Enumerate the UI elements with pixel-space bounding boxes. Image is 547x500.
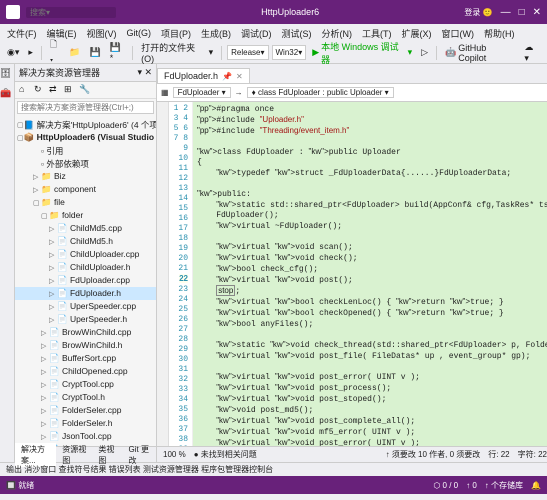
close-button[interactable]: ✕ — [533, 7, 541, 18]
menu-item[interactable]: 窗口(W) — [439, 26, 478, 41]
run-button[interactable]: ▷ — [418, 46, 431, 59]
nav-back-button[interactable]: ◉▾ — [4, 46, 22, 59]
tree-item[interactable]: ▢📁 file — [15, 196, 156, 209]
tree-item[interactable]: ▷📄 CryptTool.h — [15, 391, 156, 404]
solution-node[interactable]: ▢📘 解决方案'HttpUploader6' (4 个项目, 共 — [15, 118, 156, 131]
tree-item[interactable]: ▷📁 Biz — [15, 170, 156, 183]
zoom[interactable]: 100 % — [163, 450, 186, 459]
platform-combo[interactable]: Win32 ▾ — [272, 45, 307, 60]
status-ready: 🔲 就绪 — [6, 480, 34, 491]
sidebar-pin-icon[interactable]: ▾ ✕ — [137, 67, 152, 78]
notif-icon[interactable]: 🔔 — [531, 481, 541, 490]
sidebar-bottom-tabs: 解决方案...资源视图类视图Git 更改 — [15, 446, 156, 462]
toolbox-icon[interactable]: 🧰 — [0, 88, 14, 102]
sidebar-tab[interactable]: 资源视图 — [56, 443, 92, 467]
col-info: 字符: 22 — [518, 449, 547, 460]
line-info: 行: 22 — [488, 449, 509, 460]
tree-item[interactable]: ▷📄 FolderSeler.h — [15, 417, 156, 430]
sidebar-tab[interactable]: 解决方案... — [15, 443, 56, 467]
tree-item[interactable]: ▷📄 BrowWinChild.cpp — [15, 326, 156, 339]
tree-item[interactable]: ▷📄 ChildOpened.cpp — [15, 365, 156, 378]
tree-item[interactable]: ▷📄 BufferSort.cpp — [15, 352, 156, 365]
editor-area: FdUploader.h 📌 ✕ ▦ FdUploader ▾ → ♦ clas… — [157, 64, 547, 462]
tree-item[interactable]: ▷📄 ChildUploader.cpp — [15, 248, 156, 261]
project-node[interactable]: ▢📦 HttpUploader6 (Visual Studio 2013 — [15, 131, 156, 144]
maximize-button[interactable]: □ — [519, 7, 525, 18]
copilot-button[interactable]: 🤖 GitHub Copilot — [442, 42, 518, 64]
share-button[interactable]: ☁ ▾ — [521, 41, 543, 65]
tree-item[interactable]: ▷📁 component — [15, 183, 156, 196]
menu-bar: 文件(F)编辑(E)视图(V)Git(G)项目(P)生成(B)调试(D)测试(S… — [0, 24, 547, 42]
menu-item[interactable]: Git(G) — [124, 27, 155, 39]
status-bar: 🔲 就绪 ⬡ 0 / 0 ↑ 0 ↑ 个存储库 🔔 — [0, 476, 547, 494]
server-explorer-icon[interactable]: 🗄 — [0, 68, 14, 82]
tree-item[interactable]: ▷📄 ChildUploader.h — [15, 261, 156, 274]
line-gutter: 1 2 3 4 5 6 7 8 9 10 11 12 13 14 15 16 1… — [169, 102, 193, 446]
issues[interactable]: ● 未找到相关问题 — [194, 449, 257, 460]
tree-item[interactable]: ▫ 引用 — [15, 144, 156, 157]
sidebar-tab[interactable]: 类视图 — [92, 443, 122, 467]
tree-item[interactable]: ▷📄 FdUploader.h — [15, 287, 156, 300]
save-all-button[interactable]: 💾* — [107, 41, 127, 64]
refresh-icon[interactable]: ↻ — [34, 84, 46, 96]
config-combo[interactable]: Release ▾ — [227, 45, 268, 60]
repo-status[interactable]: ↑ 个存储库 — [485, 480, 523, 491]
save-button[interactable]: 💾 — [86, 46, 103, 59]
solution-explorer: 解决方案资源管理器 ▾ ✕ ⌂ ↻ ⇄ ⊞ 🔧 ▢📘 解决方案'HttpUplo… — [15, 64, 157, 462]
pr-info[interactable]: ↑ 须要改 10 作者, 0 须要改 — [386, 449, 481, 460]
title-bar: HttpUploader6 登录 🙂 — □ ✕ — [0, 0, 547, 24]
output-tabs[interactable]: 输出 消沙窗口 查找符号结果 错误列表 测试资源管理器 程序包管理器控制台 — [0, 462, 547, 476]
home-icon[interactable]: ⌂ — [19, 84, 31, 96]
tree-item[interactable]: ▷📄 UperSpeeder.h — [15, 313, 156, 326]
tree-item[interactable]: ▢📁 folder — [15, 209, 156, 222]
tree-item[interactable]: ▷📄 UperSpeeder.cpp — [15, 300, 156, 313]
tree-item[interactable]: ▷📄 ChildMd5.cpp — [15, 222, 156, 235]
tree-item[interactable]: ▷📄 FolderSeler.cpp — [15, 404, 156, 417]
menu-item[interactable]: 帮助(H) — [481, 26, 518, 41]
sidebar-tab[interactable]: Git 更改 — [123, 443, 156, 467]
tree-item[interactable]: ▷📄 FdUploader.cpp — [15, 274, 156, 287]
member-combo[interactable]: ♦ class FdUploader : public Uploader ▾ — [247, 87, 394, 98]
left-rail: 🗄 🧰 — [0, 64, 15, 462]
minimize-button[interactable]: — — [501, 7, 511, 18]
code-editor[interactable]: "pp">#pragma once "pp">#include "Uploade… — [193, 102, 547, 446]
class-combo[interactable]: FdUploader ▾ — [173, 87, 231, 98]
nest-icon[interactable]: ⊞ — [64, 84, 76, 96]
error-count[interactable]: ↑ 0 — [466, 481, 477, 490]
menu-item[interactable]: 文件(F) — [4, 26, 40, 41]
sidebar-toolbar: ⌂ ↻ ⇄ ⊞ 🔧 — [15, 82, 156, 99]
editor-tabs: FdUploader.h 📌 ✕ — [157, 64, 547, 84]
open-button[interactable]: 📁 — [66, 46, 83, 59]
props-icon[interactable]: 🔧 — [79, 84, 91, 96]
sync-icon[interactable]: ⇄ — [49, 84, 61, 96]
editor-statusbar: 100 % ● 未找到相关问题 ↑ 须要改 10 作者, 0 须要改 行: 22… — [157, 446, 547, 462]
scope-icon: ▦ — [161, 88, 169, 97]
tree-item[interactable]: ▷📄 JsonTool.cpp — [15, 430, 156, 443]
open-folder-button[interactable]: 打开的文件夹(O)▾ — [138, 40, 216, 65]
tree-item[interactable]: ▷📄 CryptTool.cpp — [15, 378, 156, 391]
sidebar-header: 解决方案资源管理器 ▾ ✕ — [15, 64, 156, 82]
toolbar: ◉▾ ▸ 🗋▾ 📁 💾 💾* 打开的文件夹(O)▾ Release ▾ Win3… — [0, 42, 547, 64]
tree-item[interactable]: ▷📄 BrowWinChild.h — [15, 339, 156, 352]
nav-fwd-button[interactable]: ▸ — [25, 46, 36, 59]
menu-item[interactable]: 调试(D) — [238, 26, 275, 41]
tree-item[interactable]: ▷📄 ChildMd5.h — [15, 235, 156, 248]
code-nav-bar: ▦ FdUploader ▾ → ♦ class FdUploader : pu… — [157, 84, 547, 102]
debug-button[interactable]: ▶ 本地 Windows 调试器 ▾ — [309, 39, 415, 67]
solution-tree[interactable]: ▢📘 解决方案'HttpUploader6' (4 个项目, 共▢📦 HttpU… — [15, 116, 156, 446]
tree-item[interactable]: ▫ 外部依赖项 — [15, 157, 156, 170]
pin-icon[interactable]: 📌 — [222, 72, 232, 81]
close-tab-icon[interactable]: ✕ — [236, 72, 243, 81]
sign-in[interactable]: 登录 🙂 — [464, 7, 492, 18]
search-box[interactable] — [26, 7, 116, 18]
vs-logo-icon — [6, 5, 20, 19]
menu-item[interactable]: 视图(V) — [84, 26, 120, 41]
menu-item[interactable]: 项目(P) — [158, 26, 194, 41]
solution-search-input[interactable] — [17, 101, 154, 114]
outline-margin[interactable] — [157, 102, 169, 446]
tab-fduploader[interactable]: FdUploader.h 📌 ✕ — [157, 68, 250, 83]
git-changes[interactable]: ⬡ 0 / 0 — [433, 481, 458, 490]
window-title: HttpUploader6 — [116, 7, 464, 17]
menu-item[interactable]: 生成(B) — [198, 26, 234, 41]
